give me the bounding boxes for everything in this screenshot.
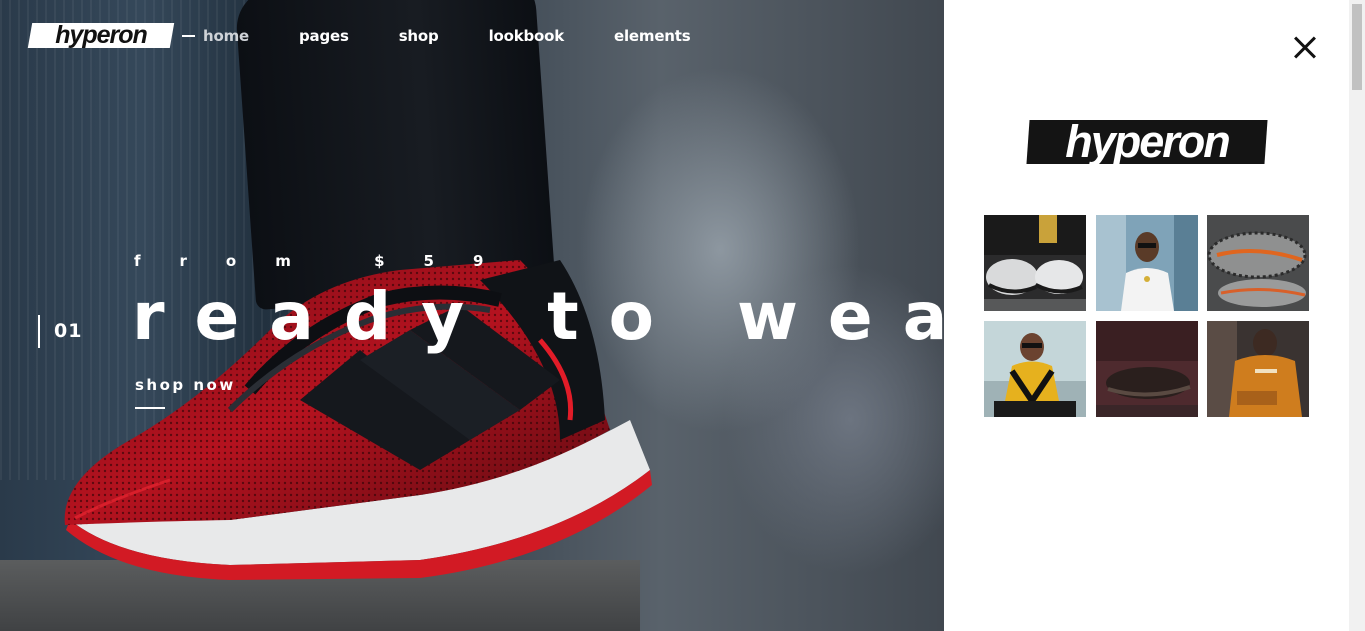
main-nav: home pages shop lookbook elements xyxy=(182,26,741,46)
close-icon[interactable] xyxy=(1293,35,1317,59)
nav-item-elements[interactable]: elements xyxy=(614,27,691,45)
page-scrollbar[interactable] xyxy=(1349,0,1365,631)
slide-number: 01 xyxy=(54,320,83,342)
active-nav-indicator xyxy=(182,35,195,37)
nav-item-home[interactable]: home xyxy=(203,27,249,45)
gallery-image-yeezy-sneakers[interactable] xyxy=(1207,215,1309,311)
header-logo[interactable]: hyperon xyxy=(27,21,175,49)
shop-now-underline xyxy=(135,407,165,409)
gallery-image-woman-yellow-jacket[interactable] xyxy=(984,321,1086,417)
scrollbar-thumb[interactable] xyxy=(1352,4,1362,90)
slide-indicator-line xyxy=(38,315,40,348)
hero-subtitle: from $59 xyxy=(134,252,523,270)
side-panel-logo[interactable]: hyperon xyxy=(1026,116,1268,167)
nav-item-lookbook[interactable]: lookbook xyxy=(489,27,565,45)
gallery-image-dark-sneakers[interactable] xyxy=(1096,321,1198,417)
hero-slider: hyperon home pages shop lookbook element… xyxy=(0,0,944,631)
side-panel: hyperon xyxy=(944,0,1349,631)
side-panel-logo-text: hyperon xyxy=(1065,116,1229,167)
gallery-image-orange-hoodie[interactable] xyxy=(1207,321,1309,417)
nav-item-pages[interactable]: pages xyxy=(299,27,349,45)
shop-now-button[interactable]: shop now xyxy=(135,376,236,394)
gallery-image-sneakers[interactable] xyxy=(984,215,1086,311)
header-logo-text: hyperon xyxy=(55,21,147,49)
nav-item-shop[interactable]: shop xyxy=(399,27,439,45)
hero-title: ready to wear xyxy=(132,278,944,355)
gallery-image-rapper-portrait[interactable] xyxy=(1096,215,1198,311)
